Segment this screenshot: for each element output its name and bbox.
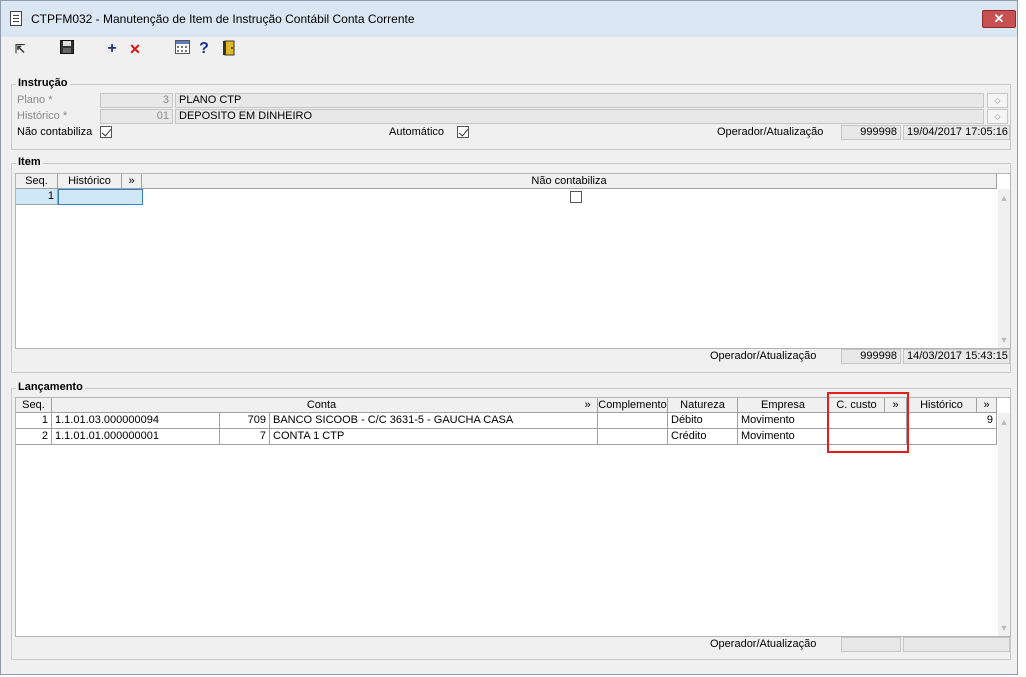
scroll-down-icon[interactable]: ▼ [998,623,1010,633]
lanc-col-seq[interactable]: Seq. [16,398,52,413]
operador-field: 999998 [841,125,901,140]
table-row-conta-num[interactable]: 7 [220,429,270,445]
delete-icon[interactable]: ✕ [126,40,144,58]
close-button[interactable]: ✕ [982,10,1016,28]
operador-label: Operador/Atualização [717,126,824,138]
lanc-atualizacao-field [903,637,1010,652]
lanc-col-empresa[interactable]: Empresa [738,398,829,413]
item-scrollbar[interactable]: ▲ ▼ [998,189,1010,348]
item-row-historico[interactable] [58,189,143,205]
lanc-col-historico-expand[interactable]: » [977,398,997,413]
lanc-col-conta[interactable]: Conta [52,398,592,413]
instrucao-title: Instrução [16,77,70,89]
automatico-label: Automático [389,126,445,138]
save-icon[interactable] [58,40,76,58]
lancamento-scrollbar[interactable]: ▲ ▼ [998,413,1010,636]
help-icon[interactable]: ? [195,40,213,58]
item-col-nao-contabiliza[interactable]: Não contabiliza [142,174,997,189]
automatico-checkbox[interactable] [457,126,469,138]
nao-contabiliza-label: Não contabiliza [17,126,93,138]
historico-label: Histórico * [17,110,68,122]
plano-code-field[interactable]: 3 [100,93,173,108]
historico-code-field[interactable]: 01 [100,109,173,124]
outer-edge [1018,0,1026,677]
lanc-col-natureza[interactable]: Natureza [668,398,738,413]
calculator-icon[interactable] [173,40,191,58]
item-col-seq[interactable]: Seq. [16,174,58,189]
table-row-conta-desc[interactable]: CONTA 1 CTP [270,429,598,445]
nao-contabiliza-checkbox[interactable] [100,126,112,138]
item-col-historico[interactable]: Histórico [58,174,122,189]
title-bar: CTPFM032 - Manutenção de Item de Instruç… [1,1,1017,37]
toolbar: ⇱ + ✕ ? [1,37,1017,63]
historico-description-field: DEPOSITO EM DINHEIRO [175,109,984,124]
document-icon [10,11,22,26]
scroll-up-icon[interactable]: ▲ [998,417,1010,427]
table-row-historico[interactable]: 9 [907,413,997,429]
item-col-expand[interactable]: » [122,174,142,189]
item-atualizacao-field: 14/03/2017 15:43:15 [903,349,1010,364]
item-row-seq[interactable]: 1 [16,189,58,205]
item-operador-label: Operador/Atualização [710,350,817,362]
window-title: CTPFM032 - Manutenção de Item de Instruç… [31,12,415,26]
table-row-natureza[interactable]: Débito [668,413,738,429]
table-row-conta[interactable]: 1.1.01.03.000000094 [52,413,220,429]
table-row-conta-desc[interactable]: BANCO SICOOB - C/C 3631-5 - GAUCHA CASA [270,413,598,429]
lanc-col-conta-expand[interactable]: » [578,398,598,413]
table-row-complemento[interactable] [598,413,668,429]
item-row-nao-contabiliza-checkbox[interactable] [570,191,582,203]
exit-icon[interactable] [220,40,238,58]
ccusto-highlight-box [827,392,909,453]
scroll-down-icon[interactable]: ▼ [998,335,1010,345]
table-row-seq[interactable]: 2 [16,429,52,445]
plano-description-field: PLANO CTP [175,93,984,108]
lanc-col-historico[interactable]: Histórico [907,398,977,413]
table-row-conta[interactable]: 1.1.01.01.000000001 [52,429,220,445]
lancamento-title: Lançamento [16,381,85,393]
add-icon[interactable]: + [103,40,121,58]
lanc-operador-field [841,637,901,652]
item-grid: Seq. Histórico » Não contabiliza 1 ▲ ▼ [15,173,1011,349]
application-window: CTPFM032 - Manutenção de Item de Instruç… [0,0,1018,675]
atualizacao-field: 19/04/2017 17:05:16 [903,125,1010,140]
table-row-complemento[interactable] [598,429,668,445]
select-icon[interactable]: ⇱ [11,40,29,58]
plano-lookup-icon[interactable]: ◇ [987,93,1008,108]
table-row-empresa[interactable]: Movimento [738,413,829,429]
scroll-up-icon[interactable]: ▲ [998,193,1010,203]
item-operador-field: 999998 [841,349,901,364]
lanc-operador-label: Operador/Atualização [710,638,817,650]
table-row-seq[interactable]: 1 [16,413,52,429]
table-row-conta-num[interactable]: 709 [220,413,270,429]
plano-label: Plano * [17,94,53,106]
table-row-empresa[interactable]: Movimento [738,429,829,445]
table-row-historico[interactable] [907,429,997,445]
historico-lookup-icon[interactable]: ◇ [987,109,1008,124]
lanc-col-complemento[interactable]: Complemento [598,398,668,413]
table-row-natureza[interactable]: Crédito [668,429,738,445]
item-title: Item [16,156,43,168]
